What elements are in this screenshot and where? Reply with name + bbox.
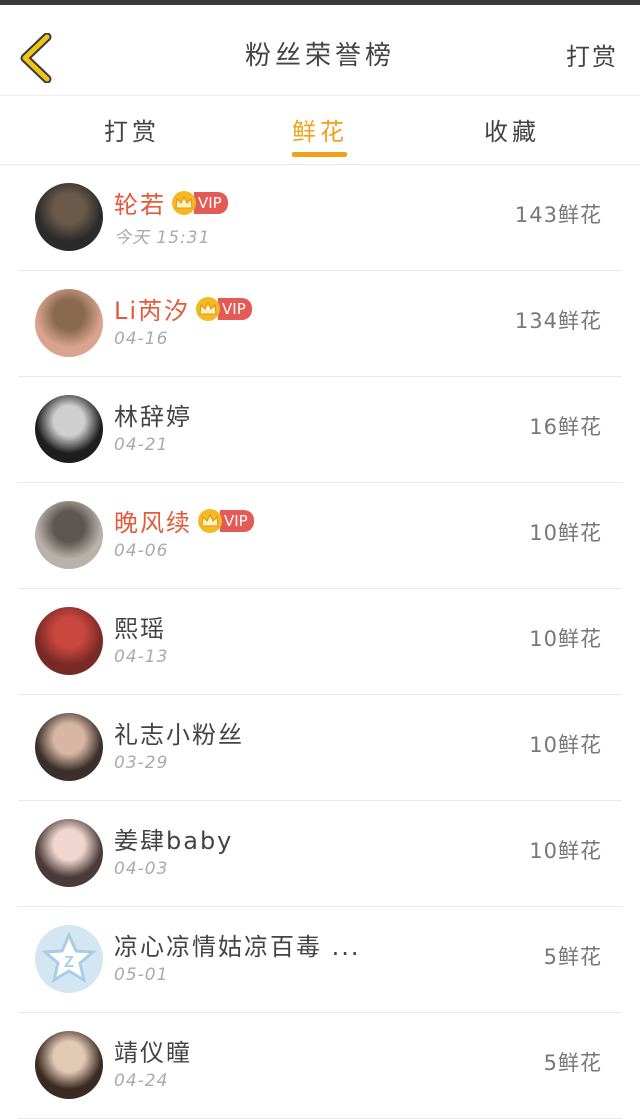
default-avatar-icon: Z — [41, 931, 97, 984]
navigation-bar: 粉丝荣誉榜 打赏 — [0, 5, 640, 95]
reward-button[interactable]: 打赏 — [566, 37, 618, 72]
fan-name-text: 熙瑶 — [114, 615, 166, 643]
fan-list-item[interactable]: 轮若 VIP 今天 15:31 143鲜花 — [18, 165, 622, 271]
page-title: 粉丝荣誉榜 — [244, 41, 395, 71]
svg-text:Z: Z — [64, 954, 74, 971]
fan-name: 晚风续 VIP — [114, 503, 254, 538]
flower-count: 143鲜花 — [514, 203, 602, 227]
avatar[interactable] — [35, 183, 103, 251]
avatar[interactable] — [35, 289, 103, 357]
active-tab-indicator — [292, 152, 347, 157]
vip-badge: VIP — [218, 297, 252, 320]
avatar[interactable] — [35, 501, 103, 569]
fan-list-item[interactable]: 熙瑶 04-13 10鲜花 — [18, 589, 622, 695]
fan-name-text: 姜肆baby — [114, 827, 234, 855]
avatar[interactable] — [35, 1031, 103, 1099]
fan-name: 姜肆baby — [114, 821, 233, 856]
crown-icon — [172, 190, 196, 215]
fan-list-item[interactable]: 靖仪瞳 04-24 5鲜花 — [18, 1013, 622, 1119]
fan-name-text: 轮若 — [114, 191, 166, 219]
tab-favorites[interactable]: 收藏 — [482, 112, 542, 147]
fan-date: 04-13 — [114, 647, 169, 667]
flower-count: 134鲜花 — [514, 309, 602, 333]
fan-name: 林辞婷 — [114, 397, 192, 432]
crown-icon — [198, 508, 222, 533]
fan-date: 04-24 — [114, 1071, 169, 1091]
tab-reward[interactable]: 打赏 — [104, 112, 160, 147]
tab-bar: 打赏 鲜花 收藏 — [0, 95, 640, 165]
avatar[interactable]: Z — [35, 925, 103, 993]
fan-list-item[interactable]: Li芮汐 VIP 04-16 134鲜花 — [18, 271, 622, 377]
fan-date: 今天 15:31 — [114, 228, 211, 248]
flower-count: 10鲜花 — [529, 521, 602, 545]
flower-count: 5鲜花 — [543, 1051, 602, 1075]
flower-count: 5鲜花 — [543, 945, 602, 969]
avatar[interactable] — [35, 819, 103, 887]
fan-name: Li芮汐 VIP — [114, 291, 252, 326]
avatar[interactable] — [35, 713, 103, 781]
fan-name: 礼志小粉丝 — [114, 715, 244, 750]
fan-list-item[interactable]: Z 凉心凉情姑凉百毒 ... 05-01 5鲜花 — [18, 907, 622, 1013]
crown-icon — [196, 296, 221, 321]
fan-list-item[interactable]: 林辞婷 04-21 16鲜花 — [18, 377, 622, 483]
vip-badge: VIP — [220, 509, 254, 532]
fan-list-item[interactable]: 晚风续 VIP 04-06 10鲜花 — [18, 483, 622, 589]
avatar[interactable] — [35, 395, 103, 463]
fan-name-text: 靖仪瞳 — [114, 1039, 192, 1067]
fan-date: 05-01 — [114, 965, 169, 985]
fan-name-text: 晚风续 — [114, 509, 192, 537]
flower-count: 10鲜花 — [529, 839, 602, 863]
tab-flowers[interactable]: 鲜花 — [290, 112, 350, 147]
fan-date: 04-16 — [114, 329, 169, 349]
fan-name-text: 凉心凉情姑凉百毒 ... — [114, 933, 361, 961]
fan-date: 04-06 — [114, 541, 169, 561]
vip-badge: VIP — [194, 191, 228, 214]
fan-list: 轮若 VIP 今天 15:31 143鲜花 Li芮汐 VIP 04-16 134鲜花林辞婷 04… — [0, 165, 640, 1119]
flower-count: 16鲜花 — [529, 415, 602, 439]
flower-count: 10鲜花 — [529, 733, 602, 757]
fan-name: 熙瑶 — [114, 609, 166, 644]
avatar[interactable] — [35, 607, 103, 675]
fan-name: 凉心凉情姑凉百毒 ... — [114, 927, 361, 962]
fan-name: 轮若 VIP — [114, 185, 228, 220]
fan-list-item[interactable]: 礼志小粉丝 03-29 10鲜花 — [18, 695, 622, 801]
fan-date: 03-29 — [114, 753, 169, 773]
fan-list-item[interactable]: 姜肆baby 04-03 10鲜花 — [18, 801, 622, 907]
flower-count: 10鲜花 — [529, 627, 602, 651]
fan-date: 04-21 — [114, 435, 169, 455]
fan-name-text: 林辞婷 — [114, 403, 192, 431]
fan-name-text: Li芮汐 — [114, 297, 191, 325]
fan-date: 04-03 — [114, 859, 169, 879]
fan-name-text: 礼志小粉丝 — [114, 721, 244, 749]
fan-name: 靖仪瞳 — [114, 1033, 192, 1068]
